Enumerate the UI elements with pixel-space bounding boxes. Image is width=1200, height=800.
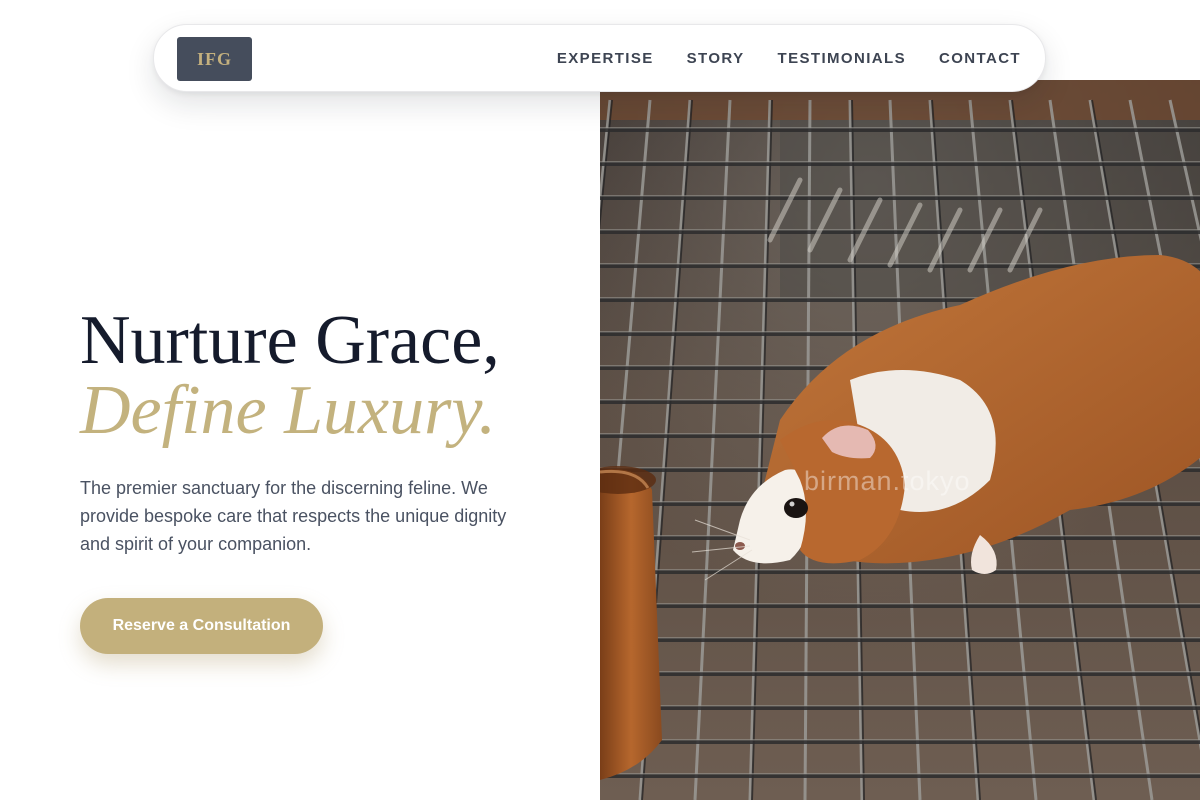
main-navigation: IFG EXPERTISE STORY TESTIMONIALS CONTACT — [153, 24, 1046, 92]
headline-line-1: Nurture Grace, — [80, 302, 500, 379]
hero-headline: Nurture Grace, Define Luxury. — [80, 306, 500, 446]
hero-image: birman.tokyo — [600, 80, 1200, 800]
nav-link-story[interactable]: STORY — [687, 50, 745, 67]
reserve-consultation-button[interactable]: Reserve a Consultation — [80, 598, 323, 654]
hero-description: The premier sanctuary for the discerning… — [80, 478, 507, 554]
nav-links: EXPERTISE STORY TESTIMONIALS CONTACT — [557, 25, 1021, 91]
headline-line-2-accent: Define Luxury. — [80, 372, 497, 449]
photo-watermark: birman.tokyo — [804, 466, 971, 496]
landing-page: birman.tokyo IFG EXPERTISE STORY TESTIMO… — [0, 0, 1200, 800]
brand-logo[interactable]: IFG — [177, 37, 252, 81]
nav-link-expertise[interactable]: EXPERTISE — [557, 50, 654, 67]
nav-link-contact[interactable]: CONTACT — [939, 50, 1021, 67]
nav-link-testimonials[interactable]: TESTIMONIALS — [778, 50, 906, 67]
